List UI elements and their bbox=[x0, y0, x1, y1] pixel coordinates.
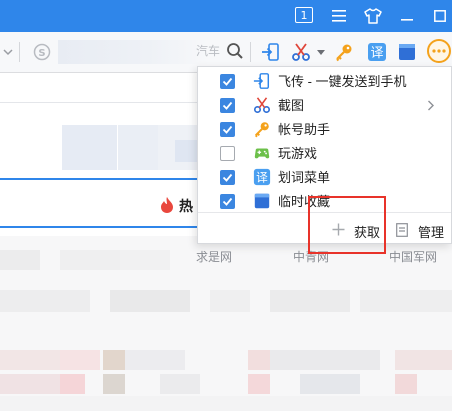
blurred-content bbox=[248, 374, 270, 394]
menu-item-label: 玩游戏 bbox=[278, 146, 318, 161]
menu-item-word-menu[interactable]: 译 划词菜单 bbox=[198, 166, 451, 189]
checkbox[interactable] bbox=[220, 98, 235, 113]
blurred-logo bbox=[118, 125, 158, 170]
blurred-content bbox=[395, 374, 417, 394]
title-bar: 1 bbox=[0, 0, 452, 32]
checkbox[interactable] bbox=[220, 146, 235, 161]
tab-count-label: 1 bbox=[300, 8, 308, 22]
key-icon bbox=[254, 122, 269, 138]
blurred-content bbox=[360, 290, 452, 312]
collection-icon bbox=[254, 193, 270, 209]
blurred-content bbox=[60, 250, 120, 270]
safety-s-icon[interactable]: S bbox=[33, 43, 51, 61]
scissors-icon bbox=[253, 97, 271, 114]
maximize-icon[interactable] bbox=[433, 6, 447, 26]
chevron-right-icon[interactable] bbox=[427, 100, 435, 111]
send-to-phone-icon bbox=[253, 73, 270, 89]
chevron-down-icon[interactable] bbox=[3, 45, 13, 59]
blurred-content bbox=[0, 396, 452, 411]
hamburger-icon[interactable] bbox=[331, 6, 347, 26]
translate-icon[interactable]: 译 bbox=[366, 41, 388, 63]
menu-item-label: 飞传 - 一键发送到手机 bbox=[278, 74, 407, 89]
key-icon[interactable] bbox=[333, 41, 355, 63]
blurred-content bbox=[60, 374, 85, 394]
blurred-content bbox=[0, 290, 90, 312]
checkbox[interactable] bbox=[220, 170, 235, 185]
flame-icon bbox=[161, 197, 173, 213]
toolbar-divider bbox=[250, 42, 251, 62]
translate-icon: 译 bbox=[253, 168, 271, 186]
tab-count-badge[interactable]: 1 bbox=[295, 7, 313, 23]
blurred-content bbox=[210, 290, 250, 312]
manage-button[interactable]: 管理 bbox=[394, 219, 450, 241]
toolbar-divider bbox=[19, 42, 20, 62]
caret-down-icon[interactable] bbox=[317, 50, 325, 56]
highlight-box bbox=[308, 196, 386, 254]
manage-icon bbox=[396, 223, 408, 237]
blurred-content bbox=[270, 350, 380, 370]
checkbox[interactable] bbox=[220, 74, 235, 89]
search-icon[interactable] bbox=[226, 42, 244, 60]
hot-search-label[interactable]: 热 bbox=[179, 196, 193, 216]
more-icon[interactable] bbox=[427, 39, 451, 63]
svg-text:译: 译 bbox=[370, 46, 383, 61]
blurred-content bbox=[248, 350, 270, 370]
manage-label: 管理 bbox=[418, 225, 445, 240]
blurred-content bbox=[160, 374, 200, 394]
svg-text:译: 译 bbox=[256, 171, 268, 185]
send-to-phone-icon[interactable] bbox=[260, 41, 282, 63]
menu-item-label: 截图 bbox=[278, 98, 305, 113]
blurred-content bbox=[395, 350, 452, 370]
screenshot-scissors-icon[interactable] bbox=[290, 41, 312, 63]
menu-item-label: 帐号助手 bbox=[278, 122, 331, 137]
blurred-logo bbox=[62, 125, 117, 170]
blurred-content bbox=[0, 374, 60, 394]
menu-item-label: 划词菜单 bbox=[278, 170, 331, 185]
menu-item-account-helper[interactable]: 帐号助手 bbox=[198, 118, 451, 141]
blurred-content bbox=[120, 250, 170, 270]
blurred-content bbox=[110, 290, 190, 312]
menu-item-games[interactable]: 玩游戏 bbox=[198, 142, 451, 165]
tshirt-icon[interactable] bbox=[364, 6, 382, 26]
gamepad-icon bbox=[254, 148, 270, 159]
blurred-logo bbox=[175, 140, 197, 162]
minimize-icon[interactable] bbox=[400, 6, 414, 26]
site-link[interactable]: 中国军网 bbox=[389, 248, 437, 265]
menu-item-screenshot[interactable]: 截图 bbox=[198, 94, 451, 117]
svg-text:S: S bbox=[38, 48, 45, 59]
blurred-content bbox=[0, 350, 60, 370]
blurred-content bbox=[103, 350, 125, 370]
checkbox[interactable] bbox=[220, 194, 235, 209]
blurred-content bbox=[300, 374, 360, 394]
blurred-content bbox=[270, 290, 350, 312]
menu-item-send-to-phone[interactable]: 飞传 - 一键发送到手机 bbox=[198, 70, 451, 93]
search-suggestion-text[interactable]: 汽车 bbox=[196, 43, 222, 59]
blurred-content bbox=[125, 350, 185, 370]
site-link[interactable]: 求是网 bbox=[196, 248, 232, 265]
blurred-content bbox=[0, 250, 40, 270]
checkbox[interactable] bbox=[220, 122, 235, 137]
blurred-content bbox=[60, 350, 100, 370]
blurred-content bbox=[103, 374, 125, 394]
address-bar[interactable] bbox=[58, 40, 208, 64]
favorites-icon[interactable] bbox=[396, 41, 418, 63]
